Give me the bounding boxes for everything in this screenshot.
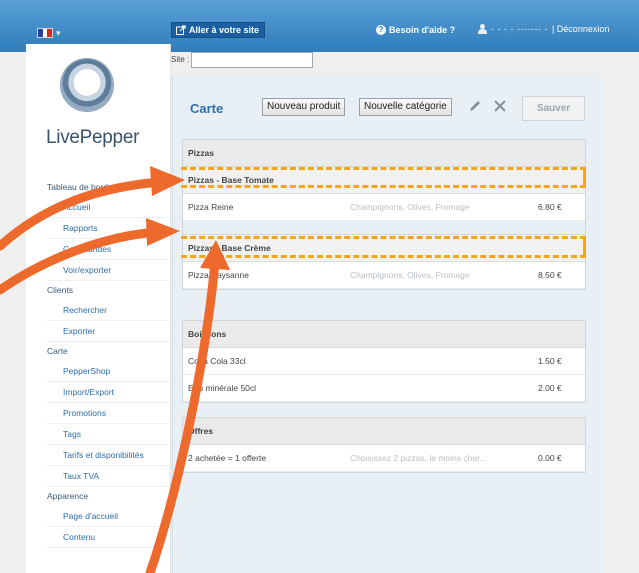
help-icon: ? (376, 25, 386, 35)
product-name: Eau minérale 50cl (188, 383, 257, 393)
product-price: 1.50 € (538, 356, 562, 366)
sidebar-item-peppershop[interactable]: PepperShop (47, 361, 171, 382)
sidebar-item-promotions[interactable]: Promotions (47, 403, 171, 424)
product-description: Champignons, Olives, Fromage (350, 270, 470, 280)
help-link[interactable]: ? Besoin d'aide ? (376, 25, 455, 35)
product-name: Coca Cola 33cl (188, 356, 246, 366)
user-menu: - - - - ------- - | Déconnexion (478, 24, 609, 34)
product-price: 0.00 € (538, 453, 562, 463)
sidebar-nav: Tableau de bord Accueil Rapports Command… (47, 178, 171, 548)
language-flag-icon[interactable] (37, 28, 53, 38)
category-header[interactable]: Offres (183, 418, 585, 445)
highlight-box (181, 236, 586, 258)
sidebar-item-rechercher[interactable]: Rechercher (47, 300, 171, 321)
sidebar-item-taux-tva[interactable]: Taux TVA (47, 466, 171, 487)
table-row[interactable]: Eau minérale 50cl 2.00 € (183, 375, 585, 402)
sidebar-item-tarifs[interactable]: Tarifs et disponibilités (47, 445, 171, 466)
product-name: Pizza Reine (188, 202, 234, 212)
logo-text: LivePepper (46, 127, 140, 148)
sidebar-item-import-export[interactable]: Import/Export (47, 382, 171, 403)
external-link-icon (176, 25, 186, 35)
visit-site-label: Aller à votre site (189, 25, 260, 35)
nav-group-apparence: Apparence (47, 491, 89, 501)
category-header[interactable]: Boissons (183, 321, 585, 348)
product-price: 6.80 € (538, 202, 562, 212)
visit-site-button[interactable]: Aller à votre site (171, 22, 266, 38)
spacer (183, 221, 585, 235)
nav-group-clients: Clients (47, 285, 73, 295)
nav-group-dashboard: Tableau de bord (47, 182, 108, 192)
site-label: Site : (171, 55, 190, 64)
table-row[interactable]: 2 achetée = 1 offerte Choisissez 2 pizza… (183, 445, 585, 472)
sidebar-item-voir-exporter[interactable]: Voir/exporter (47, 260, 171, 281)
product-name: Pizza Paysanne (188, 270, 249, 280)
pencil-icon[interactable] (468, 99, 482, 113)
table-row[interactable]: Coca Cola 33cl 1.50 € (183, 348, 585, 375)
highlight-box (181, 167, 586, 188)
category-pizzas: Pizzas Pizzas - Base Tomate Pizza Reine … (182, 139, 586, 290)
close-icon[interactable] (492, 98, 508, 114)
chevron-down-icon[interactable]: ▾ (56, 28, 61, 39)
help-label: Besoin d'aide ? (389, 25, 456, 35)
livepepper-logo-icon (61, 59, 113, 111)
new-category-button[interactable]: Nouvelle catégorie (359, 98, 452, 116)
user-icon (478, 24, 487, 34)
logout-link[interactable]: | Déconnexion (552, 24, 609, 34)
product-name: 2 achetée = 1 offerte (188, 453, 267, 463)
nav-group-carte: Carte (47, 346, 68, 356)
table-row[interactable]: Pizza Paysanne Champignons, Olives, From… (183, 262, 585, 289)
product-description: Choisissez 2 pizzas, la moins chèr... (350, 453, 487, 463)
table-row[interactable]: Pizza Reine Champignons, Olives, Fromage… (183, 194, 585, 221)
save-button[interactable]: Sauver (522, 96, 585, 121)
sidebar-item-accueil[interactable]: Accueil (47, 197, 171, 218)
site-input[interactable] (191, 52, 313, 68)
product-price: 8.50 € (538, 270, 562, 280)
category-offres: Offres 2 achetée = 1 offerte Choisissez … (182, 417, 586, 473)
product-price: 2.00 € (538, 383, 562, 393)
sidebar-item-rapports[interactable]: Rapports (47, 218, 171, 239)
sidebar-item-tags[interactable]: Tags (47, 424, 171, 445)
user-name: - - - - ------- - (491, 24, 548, 34)
category-header[interactable]: Pizzas (183, 140, 585, 167)
sidebar-item-page-accueil[interactable]: Page d'accueil (47, 506, 171, 527)
sidebar-item-commandes[interactable]: Commandes (47, 239, 171, 260)
new-product-button[interactable]: Nouveau produit (262, 98, 346, 116)
category-boissons: Boissons Coca Cola 33cl 1.50 € Eau minér… (182, 320, 586, 403)
sidebar-item-contenu[interactable]: Contenu (47, 527, 171, 548)
sidebar-item-exporter[interactable]: Exporter (47, 321, 171, 342)
page-title: Carte (190, 101, 224, 116)
product-description: Champignons, Olives, Fromage (350, 202, 470, 212)
